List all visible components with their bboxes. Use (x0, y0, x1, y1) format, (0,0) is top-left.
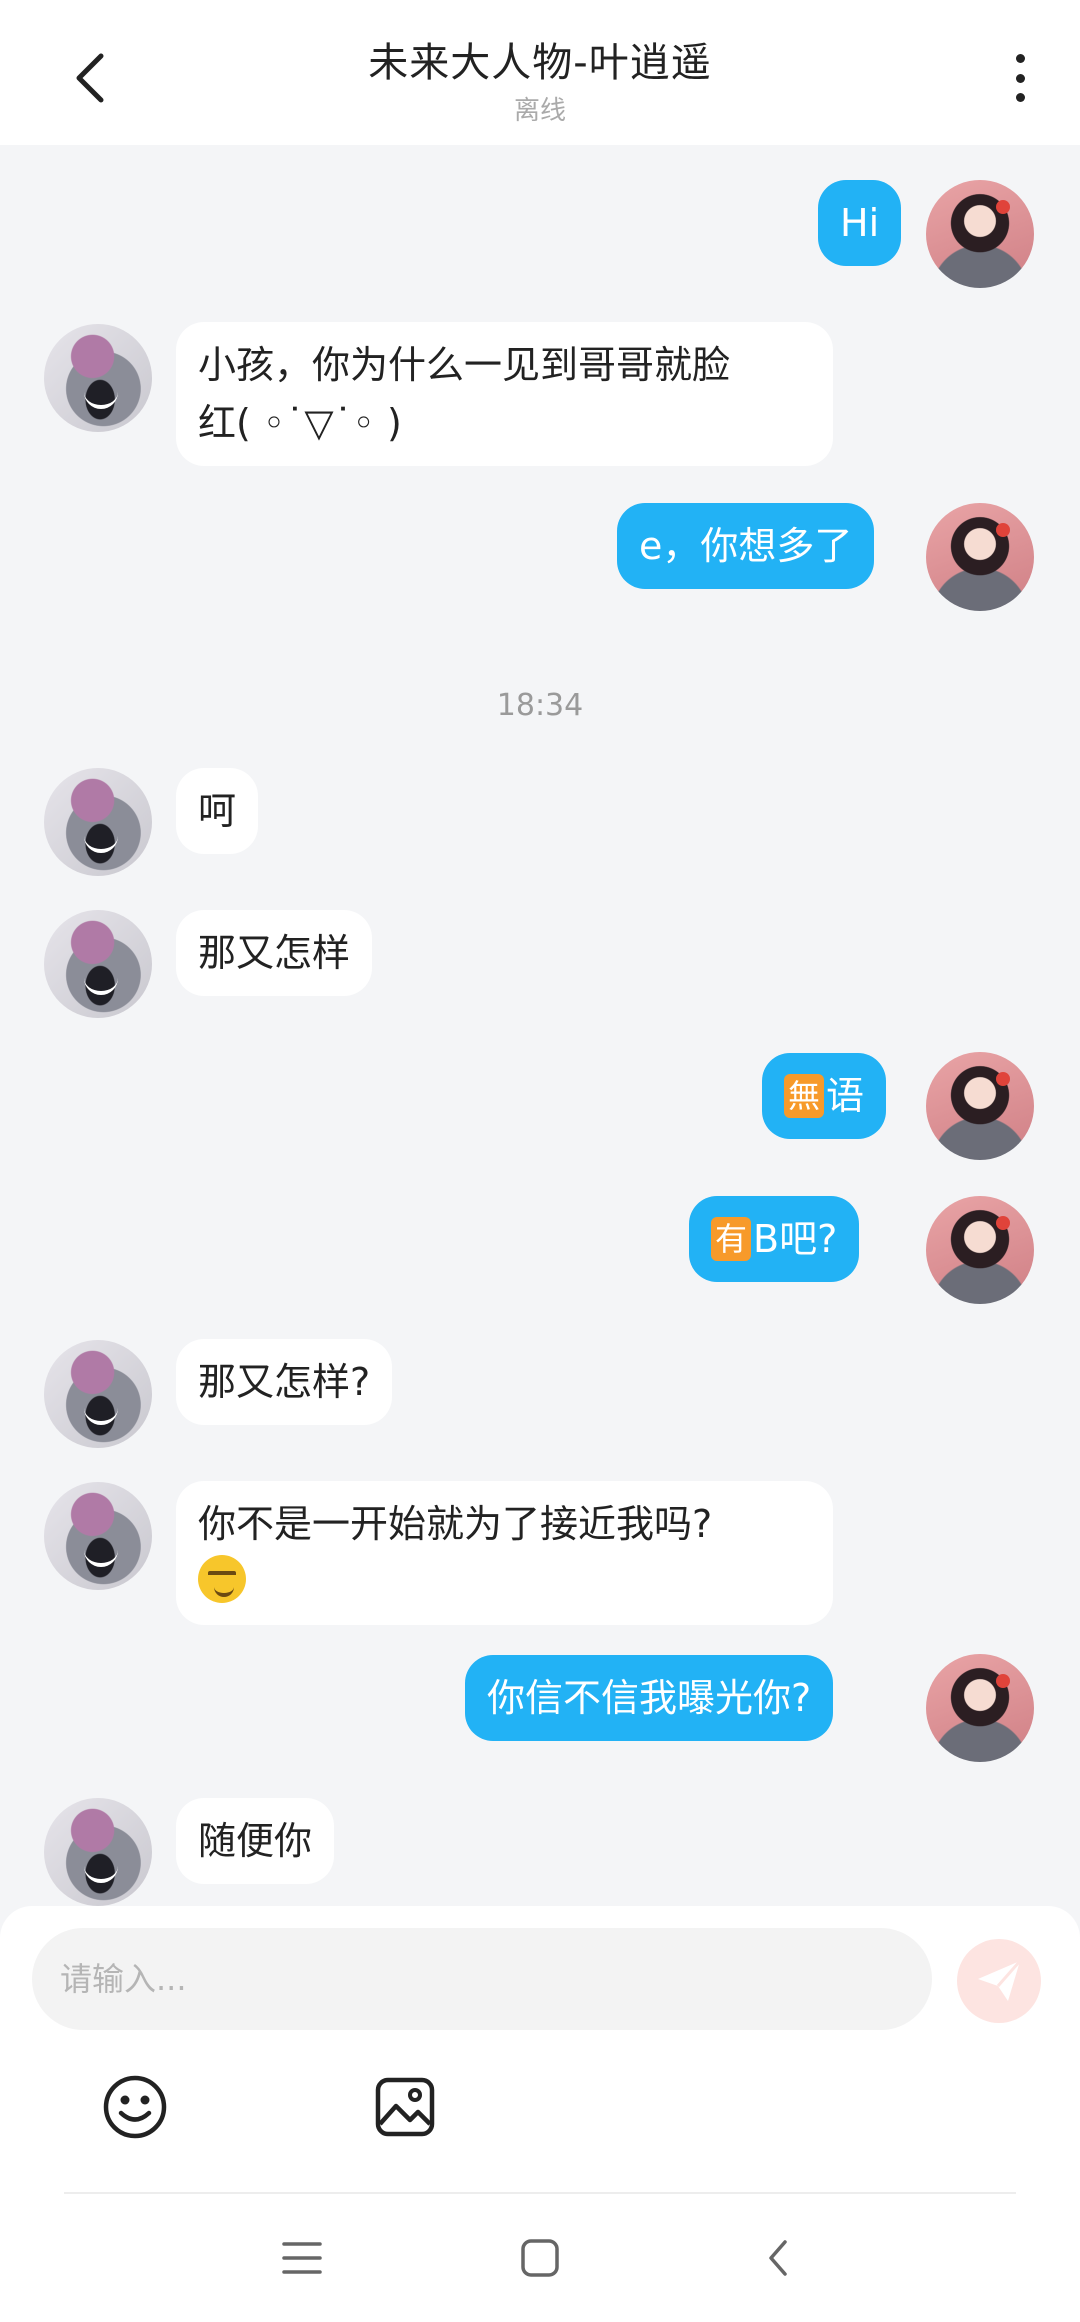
message-bubble-received[interactable]: 小孩，你为什么一见到哥哥就脸 红( ◦˙▽˙◦ ) (176, 322, 833, 466)
online-status: 离线 (513, 96, 566, 126)
message-bubble-received[interactable]: 那又怎样 (176, 910, 373, 996)
nav-back-button[interactable] (748, 2228, 808, 2288)
chevron-left-icon (769, 2240, 787, 2276)
menu-icon (282, 2242, 322, 2274)
emoji-badge: 無 (784, 1074, 825, 1118)
message-text-line: 小孩，你为什么一见到哥哥就脸 (198, 343, 731, 387)
message-text: 呵 (198, 789, 237, 833)
my-avatar[interactable] (926, 1052, 1034, 1160)
my-avatar[interactable] (926, 1196, 1034, 1304)
message-timestamp: 18:34 (496, 688, 584, 723)
message-bubble-sent[interactable]: 你信不信我曝光你? (465, 1655, 834, 1741)
smiley-icon (103, 2075, 167, 2139)
emoji-button[interactable] (98, 2070, 172, 2144)
home-square-icon (521, 2239, 559, 2277)
my-avatar[interactable] (926, 180, 1034, 288)
send-button[interactable] (957, 1939, 1041, 2023)
contact-avatar[interactable] (44, 768, 152, 876)
smirking-face-emoji (198, 1555, 246, 1603)
image-icon (375, 2077, 435, 2137)
message-text-line: 红( ◦˙▽˙◦ ) (198, 401, 402, 445)
input-panel: 请输入... (0, 1906, 1080, 2322)
emoji-badge: 有 (711, 1217, 752, 1261)
message-text: 那又怎样 (198, 931, 351, 975)
message-bubble-sent[interactable]: Hi (818, 180, 902, 266)
contact-avatar[interactable] (44, 910, 152, 1018)
more-vertical-icon (1015, 54, 1025, 63)
message-text: 那又怎样? (198, 1360, 371, 1404)
message-bubble-received[interactable]: 随便你 (176, 1798, 335, 1884)
contact-avatar[interactable] (44, 324, 152, 432)
message-text: B吧? (753, 1217, 838, 1261)
contact-avatar[interactable] (44, 1798, 152, 1906)
my-avatar[interactable] (926, 1654, 1034, 1762)
paper-plane-icon (978, 1960, 1022, 2001)
chat-header: 未来大人物-叶逍遥 离线 (0, 0, 1080, 145)
message-bubble-sent[interactable]: e，你想多了 (617, 503, 875, 589)
nav-home-button[interactable] (510, 2228, 570, 2288)
message-bubble-received[interactable]: 你不是一开始就为了接近我吗? (176, 1481, 833, 1625)
message-bubble-received[interactable]: 呵 (176, 768, 259, 854)
more-options-button[interactable] (1000, 48, 1040, 108)
image-button[interactable] (368, 2070, 442, 2144)
chat-title: 未来大人物-叶逍遥 (368, 40, 712, 86)
contact-avatar[interactable] (44, 1340, 152, 1448)
my-avatar[interactable] (926, 503, 1034, 611)
nav-menu-button[interactable] (272, 2228, 332, 2288)
message-text: Hi (840, 201, 880, 245)
message-bubble-sent[interactable]: 無语 (762, 1053, 887, 1139)
message-bubble-sent[interactable]: 有 B吧? (689, 1196, 860, 1282)
divider (64, 2192, 1016, 2194)
contact-avatar[interactable] (44, 1482, 152, 1590)
message-bubble-received[interactable]: 那又怎样? (176, 1339, 393, 1425)
message-input[interactable]: 请输入... (32, 1928, 932, 2030)
message-text-line: 你不是一开始就为了接近我吗? (198, 1502, 713, 1546)
message-text: e，你想多了 (639, 524, 853, 568)
message-text: 你信不信我曝光你? (487, 1676, 812, 1720)
message-text: 语 (826, 1074, 865, 1118)
message-text: 随便你 (198, 1819, 313, 1863)
